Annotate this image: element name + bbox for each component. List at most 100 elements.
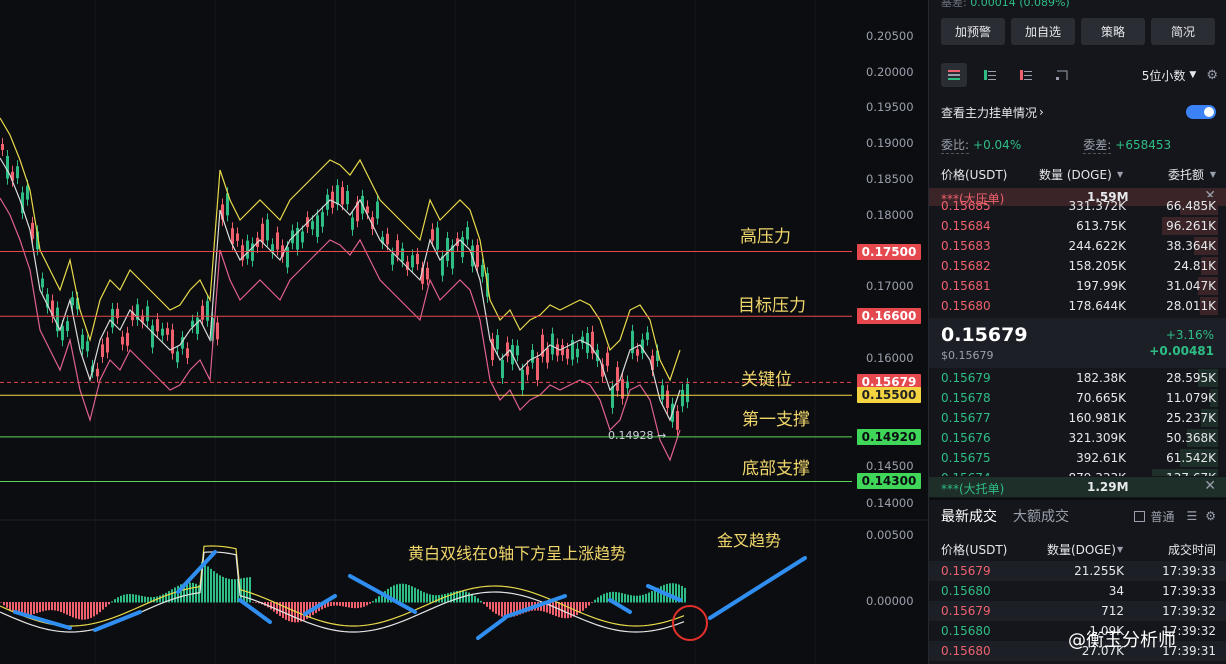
main-force-toggle[interactable] (1186, 105, 1216, 119)
bid-row[interactable]: 0.15678 70.665K 11.079K (929, 388, 1226, 408)
quantity: 178.644K (1068, 299, 1127, 313)
macd-bar (84, 602, 86, 620)
tab-latest-trades[interactable]: 最新成交 (941, 506, 997, 526)
bid-row[interactable]: 0.15674 879.333K 137.67K (929, 468, 1226, 476)
amount: 28.011K (1166, 299, 1216, 313)
cross-circle (672, 605, 708, 641)
macd-bar (660, 586, 662, 603)
ask-row[interactable]: 0.15681 197.99K 31.047K (929, 276, 1226, 296)
candle (266, 219, 269, 241)
candle (61, 326, 64, 341)
candle (276, 232, 279, 250)
quantity: 392.61K (1076, 451, 1126, 465)
settings-icon[interactable]: ⚙ (1206, 68, 1218, 83)
normal-checkbox[interactable] (1134, 510, 1146, 522)
trade-row: 0.15679 712 17:39:32 (929, 601, 1226, 621)
ask-row[interactable]: 0.15682 158.205K 24.81K (929, 256, 1226, 276)
candle (261, 223, 264, 243)
orderbook-header: 价格(USDT) 数量 (DOGE) ▼ 委托额 ▼ (941, 165, 1216, 183)
ask-row[interactable]: 0.15680 178.644K 28.011K (929, 296, 1226, 316)
amount: 66.485K (1166, 199, 1216, 213)
trade-t: 17:39:33 (1162, 584, 1216, 598)
filter-icon[interactable]: ☰ (1186, 509, 1197, 523)
ask-row[interactable]: 0.15684 613.75K 96.261K (929, 216, 1226, 236)
price-axis-label: 0.19500 (866, 100, 914, 114)
price-axis-label: 0.17000 (866, 279, 914, 293)
bid-row[interactable]: 0.15677 160.981K 25.237K (929, 408, 1226, 428)
candle (411, 255, 414, 268)
decimals-select[interactable]: 5位小数 ▼ (1142, 67, 1197, 84)
ask-row[interactable]: 0.15683 244.622K 38.364K (929, 236, 1226, 256)
macd-bar (51, 602, 53, 611)
strategy-button[interactable]: 策略 (1081, 18, 1145, 45)
macd-bar (6, 602, 8, 608)
price-axis-label: 0.14000 (866, 496, 914, 510)
alert-button[interactable]: 加预警 (941, 18, 1005, 45)
macd-bar (234, 579, 236, 603)
trade-row: 0.15679 21.255K 17:39:33 (929, 561, 1226, 581)
blue-arrow (476, 616, 507, 640)
candle (6, 155, 9, 179)
close-icon[interactable]: ✕ (1204, 478, 1216, 494)
price-axis-label: 0.19000 (866, 136, 914, 150)
macd-bar (372, 601, 374, 603)
trade-qty-header[interactable]: 数量(DOGE) (1047, 541, 1116, 558)
price-chart[interactable]: 0.20500 0.20000 0.19500 0.19000 0.18500 0.180… (0, 0, 928, 664)
last-price-usd: $0.15679 (941, 349, 994, 362)
macd-bar (588, 602, 590, 606)
macd-bar (603, 593, 605, 603)
ask-row[interactable]: 0.15685 331.372K 66.485K (929, 196, 1226, 216)
change-abs: +0.00481 (1149, 344, 1214, 358)
macd-bar (102, 602, 104, 610)
ask-list: 0.15685 331.372K 66.485K 0.15684 613.75K 96.2… (929, 196, 1226, 316)
main-force-label[interactable]: 查看主力挂单情况 (941, 104, 1037, 121)
trade-p: 0.15679 (941, 564, 991, 578)
trades-tabs: 最新成交 大额成交 普通 ☰ ⚙ (941, 505, 1216, 527)
amount: 61.542K (1166, 451, 1216, 465)
candle (646, 332, 649, 340)
bid-row[interactable]: 0.15675 392.61K 61.542K (929, 448, 1226, 468)
price: 0.15682 (941, 259, 991, 273)
bid-row[interactable]: 0.15679 182.38K 28.595K (929, 368, 1226, 388)
big-bid-label: ***(大托单) (941, 482, 1005, 496)
bid-row[interactable]: 0.15676 321.309K 50.368K (929, 428, 1226, 448)
macd-bar (72, 602, 74, 618)
both-sides-view-icon[interactable] (941, 63, 967, 87)
macd-bar (375, 598, 377, 603)
macd-bar (138, 595, 140, 603)
candle (321, 212, 324, 227)
macd-bar (246, 577, 248, 603)
candle (661, 385, 664, 400)
macd-bar (624, 593, 626, 603)
candle (196, 317, 199, 334)
price-axis-label: 0.18000 (866, 208, 914, 222)
macd-bar (405, 584, 407, 603)
candle (576, 348, 579, 358)
add-watchlist-button[interactable]: 加自选 (1011, 18, 1075, 45)
trade-p: 0.15679 (941, 604, 991, 618)
settings-icon[interactable]: ⚙ (1205, 509, 1216, 523)
candle (526, 366, 529, 375)
asks-view-icon[interactable] (1013, 63, 1039, 87)
depth-view-icon[interactable] (1049, 63, 1075, 87)
macd-bar (633, 595, 635, 603)
macd-bar (669, 583, 671, 603)
macd-bar (444, 593, 446, 603)
candle (446, 237, 449, 261)
big-bid-row[interactable]: ***(大托单) 1.29M ✕ (929, 477, 1226, 497)
macd-bar (69, 602, 71, 617)
price-axis-label: 0.14500 (866, 459, 914, 473)
macd-bar (189, 582, 191, 603)
summary-button[interactable]: 简况 (1151, 18, 1215, 45)
macd-bar (501, 602, 503, 617)
candle (431, 229, 434, 241)
decimals-value: 5位小数 (1141, 68, 1186, 83)
ob-qty-header[interactable]: 数量 (DOGE) (1039, 166, 1112, 183)
tab-large-trades[interactable]: 大额成交 (1013, 506, 1069, 526)
macd-bar (147, 596, 149, 603)
amount: 24.81K (1173, 259, 1216, 273)
macd-bar (66, 602, 68, 615)
bids-view-icon[interactable] (977, 63, 1003, 87)
ob-amount-header[interactable]: 委托额 (1168, 166, 1204, 183)
macd-bar (579, 602, 581, 614)
